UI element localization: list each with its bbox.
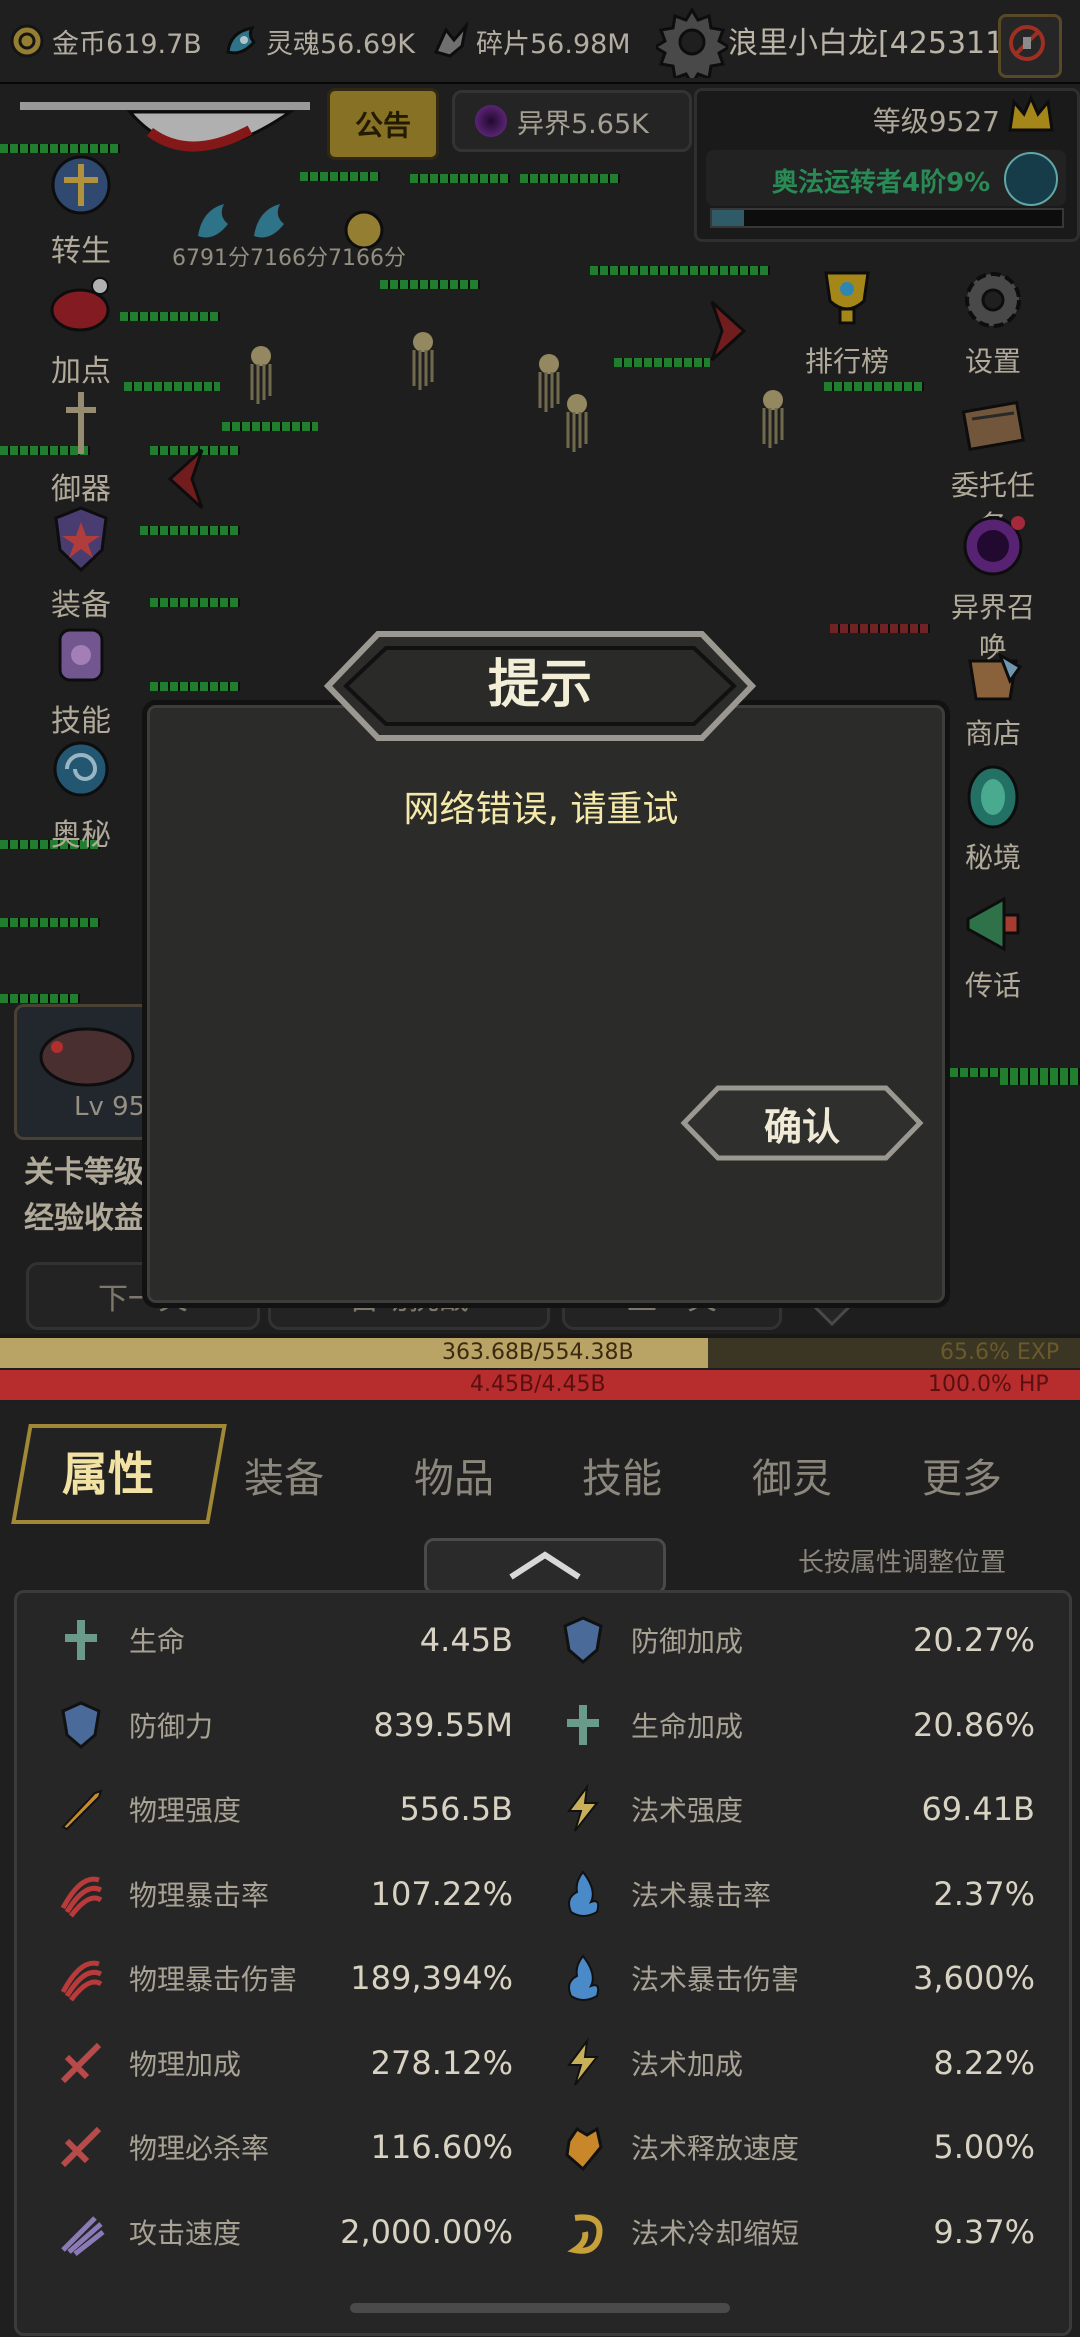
stat-value: 9.37% [933, 2212, 1035, 2251]
stat-value: 107.22% [370, 1874, 513, 1913]
collapse-panel-button[interactable] [424, 1538, 666, 1594]
stat-label: 物理强度 [129, 1794, 242, 1827]
stat-row[interactable]: 法术强度 69.41B [555, 1774, 1035, 1844]
stat-label: 生命加成 [631, 1709, 744, 1743]
lightning-icon [555, 2035, 611, 2091]
stat-row[interactable]: 生命 4.45B [53, 1605, 513, 1675]
cross-icon [53, 1612, 109, 1668]
stat-row[interactable]: 物理必杀率 116.60% [53, 2112, 513, 2182]
stat-row[interactable]: 防御加成 20.27% [555, 1605, 1035, 1675]
stat-value: 2,000.00% [340, 2212, 513, 2251]
reorder-hint: 长按属性调整位置 [798, 1548, 1007, 1578]
stat-label: 生命 [129, 1625, 186, 1658]
dialog-title: 提示 [487, 655, 592, 715]
stat-label: 物理暴击率 [129, 1878, 270, 1912]
sword-icon [53, 1781, 109, 1837]
stat-row[interactable]: 法术暴击伤害 3,600% [555, 1943, 1035, 2013]
dialog-message: 网络错误, 请重试 [403, 789, 679, 830]
stat-value: 116.60% [370, 2128, 513, 2166]
tab-equipment[interactable]: 装备 [244, 1446, 324, 1504]
claw-icon [53, 1950, 109, 2006]
stat-value: 839.55M [373, 1705, 513, 1744]
exp-percent: 65.6% EXP [940, 1340, 1060, 1365]
tab-more[interactable]: 更多 [922, 1446, 1002, 1504]
hp-value: 4.45B/4.45B [470, 1372, 606, 1397]
confirm-button[interactable]: 确认 [680, 1084, 924, 1162]
stat-row[interactable]: 法术冷却缩短 9.37% [555, 2197, 1035, 2267]
tab-spirits[interactable]: 御灵 [752, 1446, 832, 1504]
stat-value: 5.00% [933, 2128, 1035, 2166]
hp-percent: 100.0% HP [928, 1372, 1049, 1397]
stat-row[interactable]: 物理暴击伤害 189,394% [53, 1943, 513, 2013]
stat-label: 法术暴击率 [631, 1878, 772, 1912]
stat-row[interactable]: 物理强度 556.5B [53, 1774, 513, 1844]
stat-label: 法术冷却缩短 [631, 2216, 800, 2250]
stat-label: 法术释放速度 [631, 2132, 800, 2165]
chevron-up-icon [509, 1551, 581, 1580]
shield-icon [53, 1697, 109, 1753]
stat-row[interactable]: 物理暴击率 107.22% [53, 1859, 513, 1929]
lightning-icon [555, 1781, 611, 1837]
stats-list: 生命 4.45B 防御加成 20.27% 防御力 839.55M 生命加成 20.86% 物理强… [14, 1590, 1072, 2336]
stat-value: 20.27% [912, 1621, 1035, 1659]
shield-icon [555, 1612, 611, 1668]
stat-row[interactable]: 物理加成 278.12% [53, 2028, 513, 2098]
stat-label: 物理必杀率 [129, 2132, 270, 2165]
stat-label: 法术强度 [631, 1794, 744, 1827]
claw-icon [53, 1866, 109, 1922]
stat-label: 物理加成 [129, 2047, 242, 2081]
tab-items[interactable]: 物品 [414, 1446, 494, 1504]
stat-row[interactable]: 生命加成 20.86% [555, 1690, 1035, 1760]
stat-value: 8.22% [933, 2043, 1035, 2082]
stat-label: 法术暴击伤害 [631, 1963, 800, 1996]
exp-value: 363.68B/554.38B [442, 1340, 634, 1365]
flame-icon [555, 1866, 611, 1922]
stat-value: 69.41B [921, 1790, 1035, 1828]
tab-bar: 装备 物品 技能 御灵 更多 [0, 1420, 1080, 1520]
stat-label: 攻击速度 [129, 2216, 242, 2250]
stat-value: 20.86% [912, 1705, 1035, 1744]
stat-label: 防御加成 [631, 1625, 744, 1658]
stat-row[interactable]: 法术暴击率 2.37% [555, 1859, 1035, 1929]
confirm-label: 确认 [763, 1104, 840, 1149]
stat-row[interactable]: 法术加成 8.22% [555, 2028, 1035, 2098]
stat-value: 2.37% [933, 1874, 1035, 1913]
stat-row[interactable]: 攻击速度 2,000.00% [53, 2197, 513, 2267]
cross-icon [555, 1697, 611, 1753]
swirl-icon [555, 2204, 611, 2260]
tab-skills[interactable]: 技能 [582, 1446, 662, 1504]
stat-label: 物理暴击伤害 [129, 1963, 298, 1996]
hand-icon [555, 2119, 611, 2175]
stat-label: 防御力 [129, 1709, 214, 1743]
stat-value: 556.5B [399, 1790, 513, 1828]
stat-label: 法术加成 [631, 2047, 744, 2081]
stat-value: 189,394% [350, 1959, 513, 1997]
blades-icon [53, 2204, 109, 2260]
stat-value: 3,600% [912, 1959, 1035, 1997]
stat-value: 4.45B [419, 1621, 513, 1659]
stat-row[interactable]: 防御力 839.55M [53, 1690, 513, 1760]
slash-icon [53, 2035, 109, 2091]
slash-icon [53, 2119, 109, 2175]
stat-value: 278.12% [370, 2043, 513, 2082]
stat-row[interactable]: 法术释放速度 5.00% [555, 2112, 1035, 2182]
home-indicator [350, 2303, 730, 2313]
flame-icon [555, 1950, 611, 2006]
